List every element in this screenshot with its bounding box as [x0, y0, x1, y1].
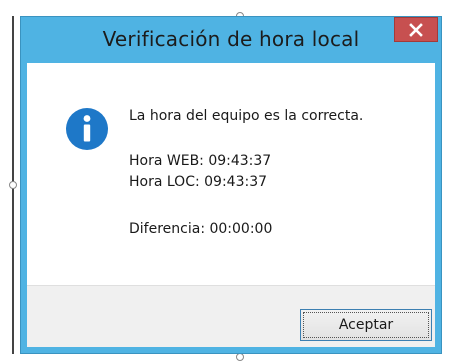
close-icon [409, 22, 423, 37]
resize-handle-left[interactable] [9, 181, 17, 189]
dialog-body: La hora del equipo es la correcta. Hora … [27, 63, 435, 347]
message-dialog: Verificación de hora local La hora del e… [20, 16, 442, 354]
close-button[interactable] [394, 17, 438, 42]
resize-handle-bottom[interactable] [236, 353, 244, 361]
local-time-label: Hora LOC: 09:43:37 [129, 174, 268, 190]
web-time-label: Hora WEB: 09:43:37 [129, 153, 272, 169]
button-bar: Aceptar [27, 285, 435, 347]
dialog-title: Verificación de hora local [102, 27, 360, 51]
accept-button-label: Aceptar [338, 317, 394, 333]
difference-label: Diferencia: 00:00:00 [129, 221, 273, 237]
accept-button[interactable]: Aceptar [300, 309, 432, 341]
title-bar[interactable]: Verificación de hora local [21, 17, 441, 63]
info-icon [66, 108, 108, 150]
status-message: La hora del equipo es la correcta. [129, 108, 364, 124]
